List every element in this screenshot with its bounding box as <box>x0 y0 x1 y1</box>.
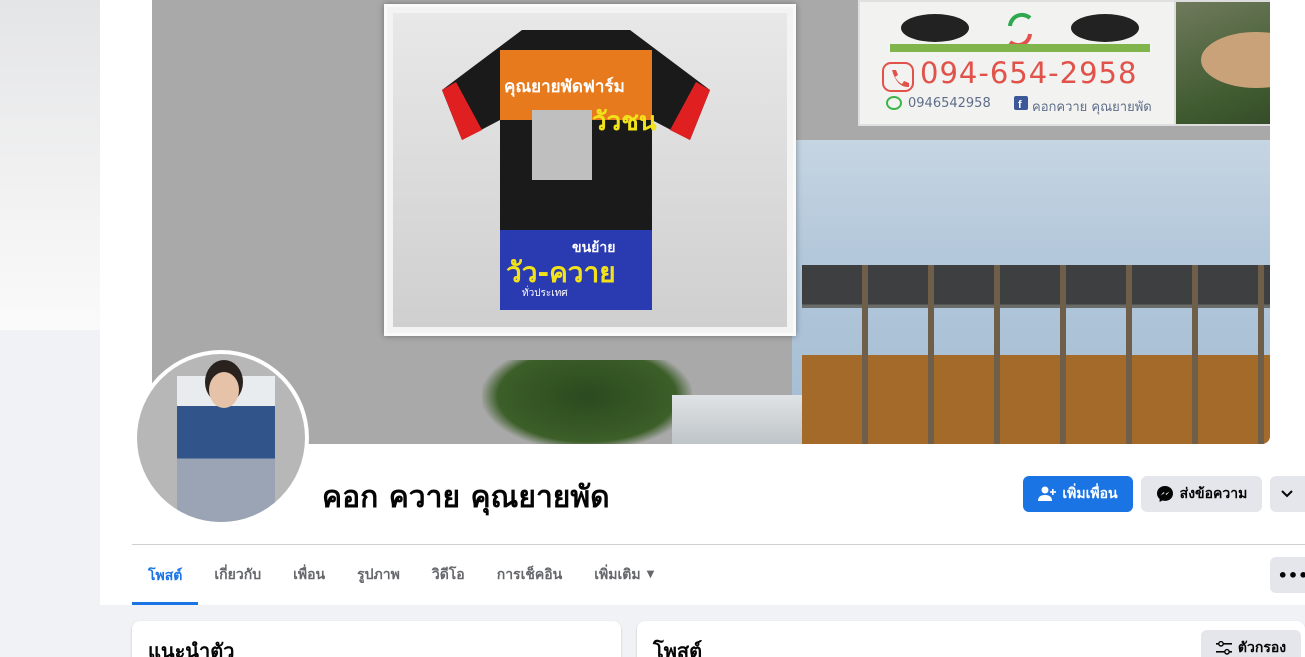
shirt-title: คุณยายพัดฟาร์ม <box>504 76 625 97</box>
tab-about[interactable]: เกี่ยวกับ <box>198 546 277 603</box>
tab-label: เกี่ยวกับ <box>214 566 262 583</box>
shirt-bottom-small: ขนย้าย <box>572 240 615 256</box>
tab-posts[interactable]: โพสต์ <box>132 546 199 605</box>
filter-label: ตัวกรอง <box>1237 640 1287 656</box>
cover-line-id: 0946542958 <box>908 96 991 111</box>
shirt-bottom: วัว-ควาย <box>506 256 616 289</box>
more-actions-button[interactable] <box>1270 476 1305 512</box>
tab-label: เพิ่มเติม <box>594 566 641 583</box>
background-fade <box>0 0 100 330</box>
intro-card: แนะนำตัว <box>132 621 621 657</box>
cover-truck-cab <box>672 395 812 444</box>
intro-title: แนะนำตัว <box>148 639 235 657</box>
line-app-icon <box>886 96 902 110</box>
message-button[interactable]: ส่งข้อความ <box>1141 476 1262 512</box>
more-options-button[interactable]: ••• <box>1270 557 1305 593</box>
cover-tree <box>482 360 692 444</box>
tab-friends[interactable]: เพื่อน <box>277 546 341 603</box>
chevron-down-icon <box>1281 490 1293 498</box>
caret-down-icon: ▼ <box>646 569 655 580</box>
cattle-icon <box>890 12 1150 52</box>
tab-label: โพสต์ <box>148 567 183 584</box>
profile-page: 094-654-2958 0946542958 f คอกควาย คุณยาย… <box>0 0 1305 657</box>
tab-videos[interactable]: วิดีโอ <box>416 546 481 603</box>
cover-farm-photo <box>1174 0 1270 126</box>
header-divider <box>132 544 1305 545</box>
cover-facebook-name: คอกควาย คุณยายพัด <box>1032 100 1152 115</box>
ellipsis-icon: ••• <box>1277 565 1305 585</box>
phone-icon <box>882 62 914 92</box>
cover-photo[interactable]: 094-654-2958 0946542958 f คอกควาย คุณยาย… <box>152 0 1270 444</box>
cover-truck-cage <box>802 265 1270 444</box>
tab-photos[interactable]: รูปภาพ <box>341 546 416 603</box>
profile-avatar[interactable] <box>133 350 309 526</box>
messenger-icon <box>1156 486 1173 502</box>
tab-label: รูปภาพ <box>357 566 400 583</box>
tab-checkins[interactable]: การเช็คอิน <box>481 546 579 603</box>
shirt-bottom-note: ทั่วประเทศ <box>522 285 568 299</box>
tab-label: วิดีโอ <box>431 566 465 583</box>
posts-title: โพสต์ <box>653 639 703 657</box>
facebook-icon: f <box>1014 96 1028 110</box>
shirt-illustration: คุณยายพัดฟาร์ม วัวชน ขนย้าย วัว-ควาย ทั่… <box>442 30 710 310</box>
cover-phone: 094-654-2958 <box>920 56 1138 90</box>
posts-card: โพสต์ ตัวกรอง <box>637 621 1305 657</box>
tab-label: เพื่อน <box>293 566 326 583</box>
bull-icon <box>1201 32 1270 88</box>
message-label: ส่งข้อความ <box>1179 486 1248 502</box>
add-friend-label: เพิ่มเพื่อน <box>1062 486 1118 502</box>
avatar <box>137 354 305 522</box>
shirt-sub: วัวชน <box>592 107 657 137</box>
filter-icon <box>1215 641 1232 655</box>
tab-more[interactable]: เพิ่มเติม ▼ <box>578 546 670 603</box>
add-friend-icon <box>1038 486 1057 501</box>
cover-contact-card: 094-654-2958 0946542958 f คอกควาย คุณยาย… <box>858 0 1176 126</box>
tab-label: การเช็คอิน <box>496 566 563 583</box>
svg-text:f: f <box>1018 99 1022 110</box>
profile-tabs: โพสต์ เกี่ยวกับ เพื่อน รูปภาพ วิดีโอ การ… <box>132 546 670 605</box>
profile-name: คอก ควาย คุณยายพัด <box>322 480 610 515</box>
add-friend-button[interactable]: เพิ่มเพื่อน <box>1023 476 1133 512</box>
filter-button[interactable]: ตัวกรอง <box>1201 630 1301 657</box>
